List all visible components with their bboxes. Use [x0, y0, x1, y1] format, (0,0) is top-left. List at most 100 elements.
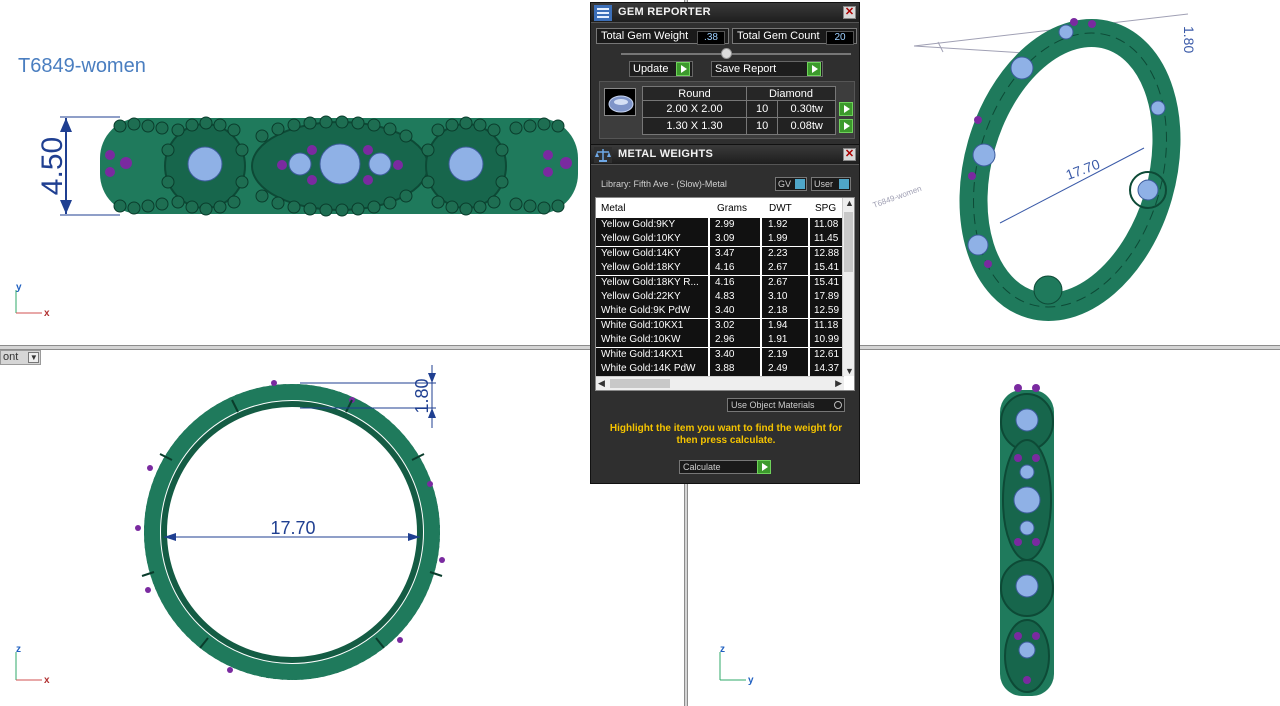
metal-name-cell: Yellow Gold:14KY — [601, 247, 681, 259]
dwt-cell: 1.92 — [768, 219, 788, 230]
gem-list: Round Diamond 2.00 X 2.00 10 0.30tw 1.30… — [599, 81, 855, 139]
use-object-materials-toggle[interactable]: Use Object Materials — [727, 398, 845, 412]
dwt-cell: 1.99 — [768, 233, 788, 245]
spg-cell: 15.41 — [814, 276, 840, 288]
gem-material-header: Diamond — [745, 86, 837, 101]
metal-table-row[interactable]: Yellow Gold:14KY 3.47 2.23 12.88 — [596, 246, 844, 261]
round-gem-icon[interactable] — [604, 88, 636, 116]
spg-cell: 11.18 — [814, 319, 839, 331]
ring-side-view: 4.50 y x — [15, 115, 578, 319]
vertical-scroll-thumb[interactable] — [844, 212, 853, 272]
metal-table-row[interactable]: White Gold:14KX1 3.40 2.19 12.61 — [596, 347, 844, 362]
metal-weights-table[interactable]: Metal Grams DWT SPG Yellow Gold:9KY 2.99 1… — [595, 197, 855, 391]
dwt-cell: 2.18 — [768, 305, 788, 317]
grams-cell: 3.40 — [715, 305, 735, 317]
metal-name-cell: White Gold:14KX1 — [601, 348, 684, 360]
metal-table-row[interactable]: Yellow Gold:18KY 4.16 2.67 15.41 — [596, 261, 844, 276]
diameter-dimension-text: 17.70 — [270, 518, 315, 538]
select-gem-row-icon[interactable] — [838, 101, 853, 116]
gem-shape-header: Round — [642, 86, 747, 101]
metal-table-row[interactable]: White Gold:14K PdW 3.88 2.49 14.37 — [596, 362, 844, 376]
calculate-hint-text: Highlight the item you want to find the … — [609, 423, 843, 446]
metal-name-cell: Yellow Gold:9KY — [601, 219, 676, 230]
metal-name-cell: White Gold:10KX1 — [601, 319, 684, 331]
gem-reporter-panel[interactable]: GEM REPORTER ✕ Total Gem Weight .38 Tota… — [590, 2, 860, 146]
metal-table-row[interactable]: Yellow Gold:10KY 3.09 1.99 11.45 — [596, 232, 844, 247]
gem-stone — [187, 146, 223, 182]
metal-library-label: Library: Fifth Ave - (Slow)-Metal — [601, 179, 727, 189]
close-icon[interactable]: ✕ — [843, 148, 856, 161]
column-spg-header[interactable]: SPG — [815, 203, 836, 214]
spg-cell: 12.88 — [814, 247, 840, 259]
size-slider-track[interactable] — [621, 53, 851, 55]
grams-cell: 3.47 — [715, 247, 735, 259]
dwt-cell: 2.49 — [768, 363, 788, 374]
ring-front-view: 17.70 1.80 z x — [15, 365, 445, 686]
metal-weights-titlebar[interactable]: METAL WEIGHTS ✕ — [591, 145, 859, 165]
spg-cell: 11.08 — [814, 219, 839, 230]
grams-cell: 4.16 — [715, 262, 735, 274]
close-icon[interactable]: ✕ — [843, 6, 856, 19]
dwt-cell: 1.94 — [768, 319, 788, 331]
save-report-button-label: Save Report — [715, 63, 777, 75]
calculate-go-icon[interactable] — [757, 460, 771, 474]
total-gem-count-label-text: Total Gem Count — [737, 30, 820, 42]
vertical-scrollbar[interactable]: ▲ ▼ — [842, 198, 854, 376]
viewport-bottom-left[interactable]: ont ▼ 17.70 1.80 z x — [0, 350, 684, 706]
size-slider-handle[interactable] — [721, 48, 732, 59]
gv-toggle-label: GV — [778, 179, 792, 189]
metal-table-header: Metal Grams DWT SPG — [596, 198, 844, 218]
update-go-icon[interactable] — [676, 62, 690, 76]
gem-table-row[interactable]: 1.30 X 1.30 10 0.08tw — [642, 117, 854, 135]
gem-size: 2.00 X 2.00 — [642, 100, 747, 118]
user-toggle[interactable]: User — [811, 177, 851, 191]
select-gem-row-icon[interactable] — [838, 118, 853, 133]
scroll-up-icon[interactable]: ▲ — [845, 198, 854, 208]
column-metal-header[interactable]: Metal — [601, 203, 625, 214]
dwt-cell: 2.19 — [768, 348, 788, 360]
column-dwt-header[interactable]: DWT — [769, 203, 792, 214]
total-gem-count-value[interactable]: 20 — [826, 31, 854, 45]
spg-cell: 12.59 — [814, 305, 840, 317]
spg-cell: 10.99 — [814, 334, 840, 346]
height-dimension-text: 4.50 — [36, 137, 69, 195]
gem-reporter-titlebar[interactable]: GEM REPORTER ✕ — [591, 3, 859, 23]
dimension-line — [999, 147, 1145, 224]
metal-table-row[interactable]: White Gold:9K PdW 3.40 2.18 12.59 — [596, 304, 844, 319]
save-report-go-icon[interactable] — [807, 62, 821, 76]
spg-cell: 17.89 — [814, 291, 840, 302]
grams-cell: 3.40 — [715, 348, 735, 360]
toggle-knob-icon — [795, 179, 805, 189]
metal-table-row[interactable]: White Gold:10KX1 3.02 1.94 11.18 — [596, 318, 844, 333]
gv-toggle[interactable]: GV — [775, 177, 807, 191]
axis-y-label: y — [748, 675, 754, 686]
viewport-top-left[interactable]: T6849-women 4.50 y x — [0, 0, 684, 345]
metal-table-row[interactable]: Yellow Gold:22KY 4.83 3.10 17.89 — [596, 290, 844, 304]
column-grams-header[interactable]: Grams — [717, 203, 747, 214]
gem-count: 10 — [745, 100, 779, 118]
axis-x-label: x — [44, 675, 50, 686]
total-gem-weight-value[interactable]: .38 — [697, 31, 725, 45]
calculate-button-label: Calculate — [683, 462, 721, 472]
horizontal-scrollbar[interactable]: ◀ ▶ — [596, 376, 844, 390]
horizontal-scroll-thumb[interactable] — [610, 379, 670, 388]
oval-frame — [1033, 275, 1063, 305]
dwt-cell: 1.91 — [768, 334, 788, 346]
metal-weights-panel[interactable]: METAL WEIGHTS ✕ Library: Fifth Ave - (Sl… — [590, 144, 860, 484]
total-gem-weight-label-text: Total Gem Weight — [601, 30, 689, 42]
metal-table-row[interactable]: White Gold:10KW 2.96 1.91 10.99 — [596, 333, 844, 348]
user-toggle-label: User — [814, 179, 834, 189]
metal-name-cell: Yellow Gold:18KY R... — [601, 276, 699, 288]
gem-size: 1.30 X 1.30 — [642, 117, 747, 135]
scroll-left-icon[interactable]: ◀ — [598, 378, 605, 389]
scroll-right-icon[interactable]: ▶ — [835, 378, 842, 389]
ghost-grid-line — [937, 41, 944, 53]
scroll-down-icon[interactable]: ▼ — [845, 366, 854, 376]
gem-weight: 0.30tw — [777, 100, 836, 118]
gem-table-row[interactable]: 2.00 X 2.00 10 0.30tw — [642, 100, 854, 118]
metal-table-row[interactable]: Yellow Gold:9KY 2.99 1.92 11.08 — [596, 218, 844, 232]
gem-count: 10 — [745, 117, 779, 135]
ghost-label: T6849-women — [872, 184, 923, 210]
metal-name-cell: White Gold:10KW — [601, 334, 681, 346]
metal-table-row[interactable]: Yellow Gold:18KY R... 4.16 2.67 15.41 — [596, 275, 844, 290]
